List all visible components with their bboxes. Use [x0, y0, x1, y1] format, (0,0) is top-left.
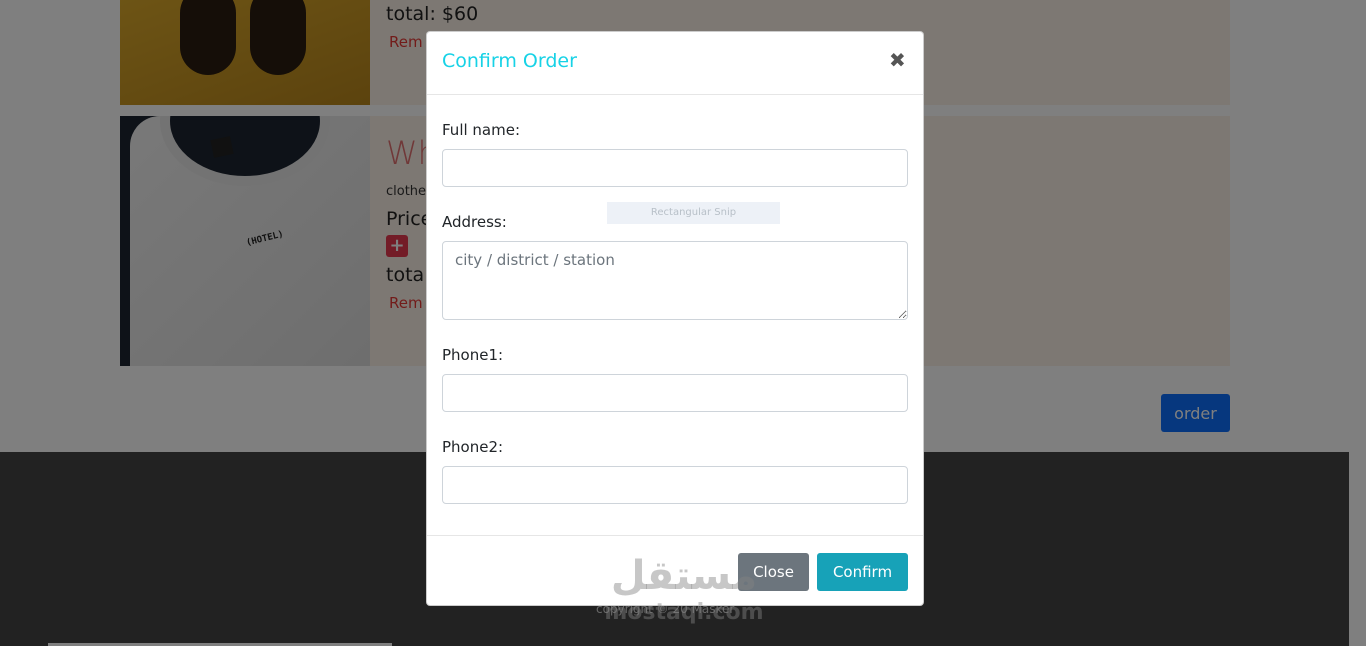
phone2-label: Phone2:	[442, 438, 504, 456]
address-label: Address:	[442, 213, 507, 231]
phone1-label: Phone1:	[442, 346, 504, 364]
confirm-order-modal: Confirm Order ✖ Full name: Address: Phon…	[426, 31, 924, 606]
address-textarea[interactable]	[442, 241, 908, 320]
close-x-icon[interactable]: ✖	[889, 48, 906, 72]
full-name-label: Full name:	[442, 121, 521, 139]
modal-header: Confirm Order ✖	[427, 32, 923, 95]
watermark-latin: mostaqi.com	[604, 600, 764, 625]
full-name-input[interactable]	[442, 149, 908, 187]
phone2-input[interactable]	[442, 466, 908, 504]
snip-tooltip: Rectangular Snip	[607, 202, 780, 224]
watermark: مستقل mostaqi.com	[596, 552, 772, 638]
watermark-arabic: مستقل	[610, 553, 758, 599]
confirm-button[interactable]: Confirm	[817, 553, 908, 591]
phone1-input[interactable]	[442, 374, 908, 412]
modal-title: Confirm Order	[442, 50, 577, 72]
